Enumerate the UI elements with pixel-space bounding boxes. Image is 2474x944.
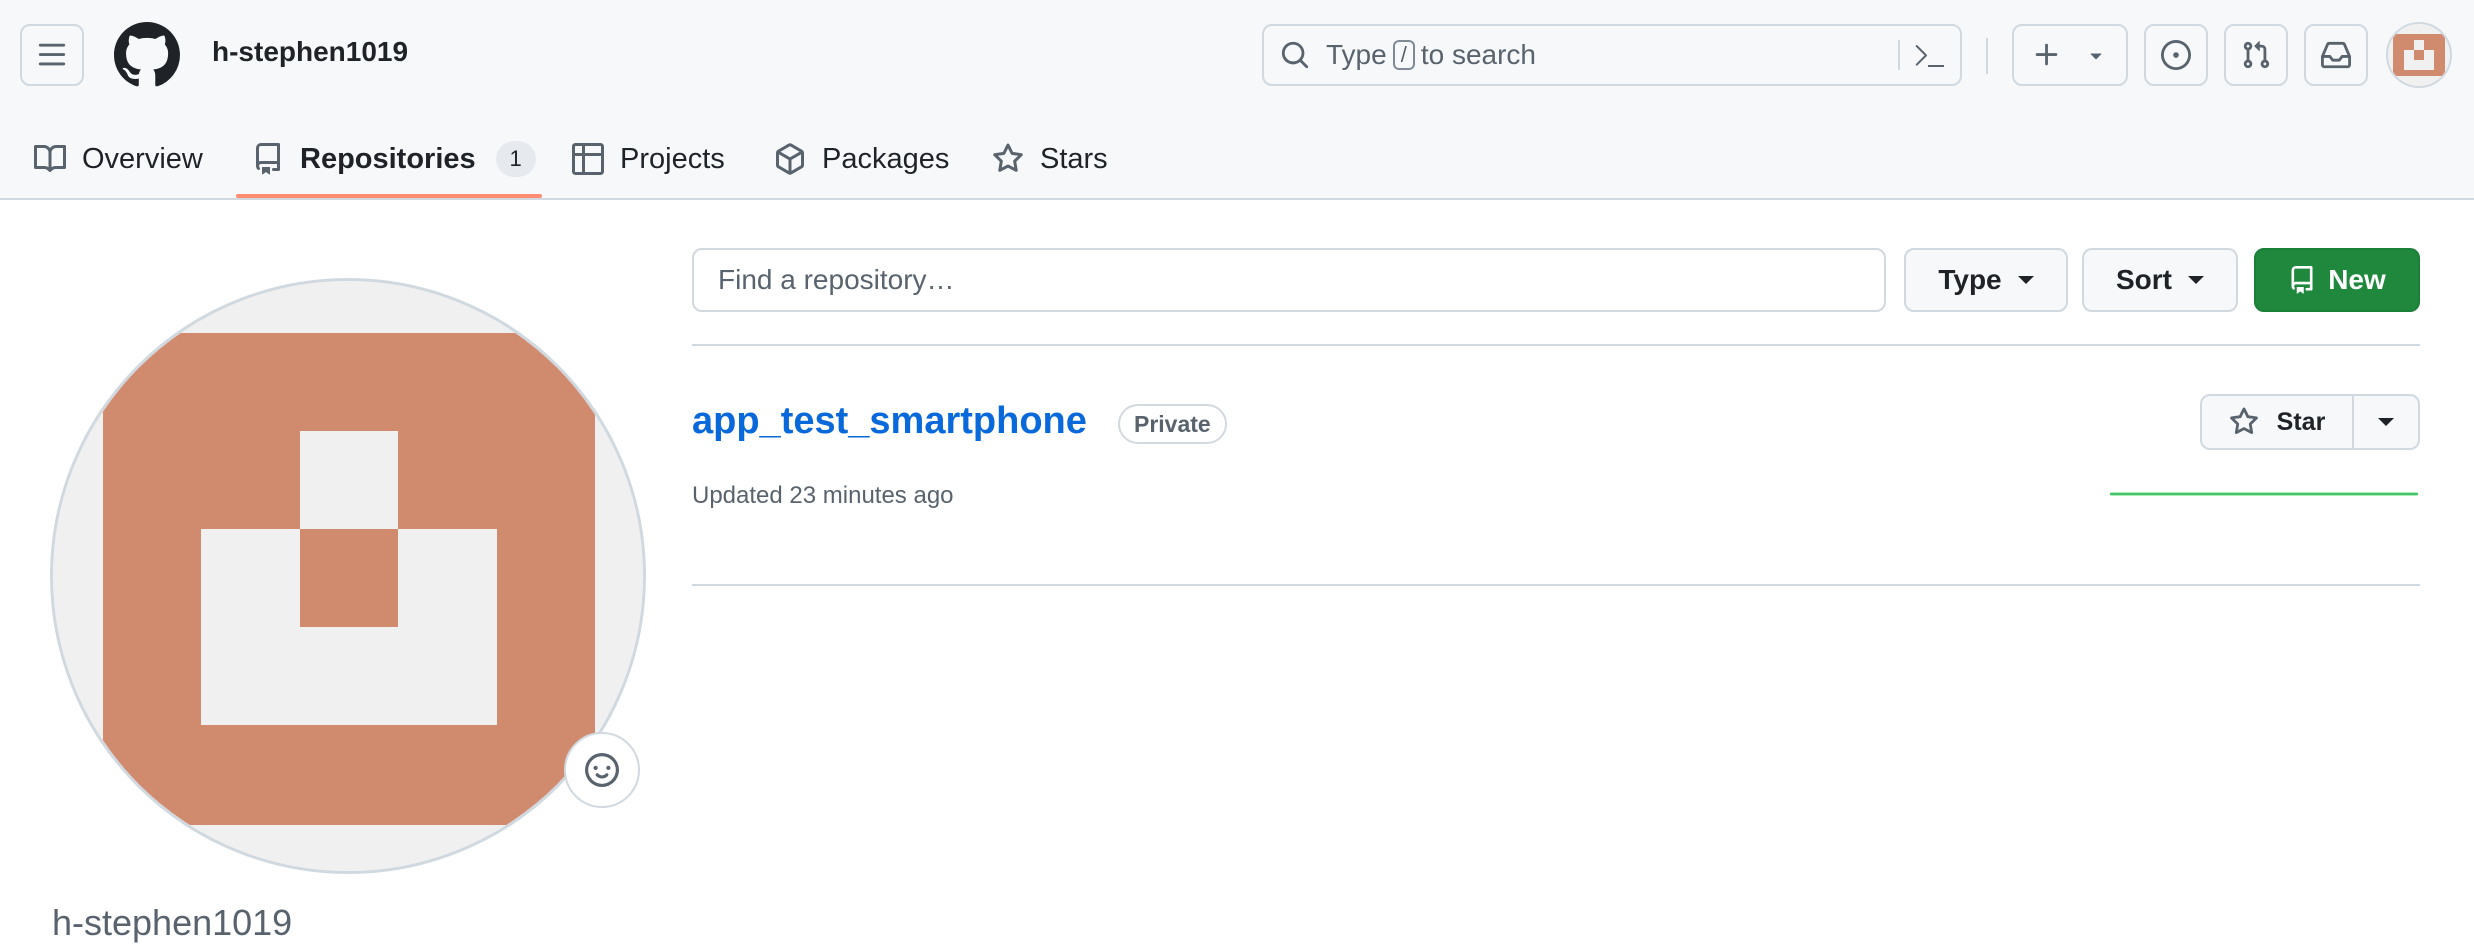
identicon-avatar-icon [2388, 24, 2450, 86]
triangle-down-icon [2090, 53, 2102, 60]
issue-opened-icon [2161, 40, 2191, 70]
search-input[interactable]: Type / to search [1262, 24, 1962, 86]
sort-button[interactable]: Sort [2082, 248, 2238, 312]
header-divider [1986, 38, 1988, 74]
tab-overview[interactable]: Overview [34, 120, 203, 198]
profile-avatar[interactable] [50, 278, 646, 874]
search-icon [1281, 41, 1309, 69]
table-icon [572, 143, 604, 175]
command-palette-icon[interactable] [1914, 40, 1946, 72]
star-icon [2229, 407, 2258, 435]
repositories-count-badge: 1 [495, 141, 536, 177]
github-logo-icon[interactable] [114, 22, 180, 88]
open-menu-button[interactable] [20, 24, 84, 86]
repo-updated-time: Updated 23 minutes ago [692, 482, 954, 509]
hamburger-icon [38, 43, 66, 66]
tab-packages[interactable]: Packages [774, 120, 949, 198]
tab-overview-label: Overview [82, 142, 203, 175]
repo-icon [2291, 266, 2313, 294]
type-filter-button[interactable]: Type [1904, 248, 2068, 312]
new-repository-label: New [2328, 264, 2386, 295]
tab-repositories-label: Repositories [300, 142, 476, 175]
issues-button[interactable] [2144, 24, 2208, 86]
tab-projects-label: Projects [620, 142, 725, 175]
inbox-icon [2321, 41, 2351, 69]
pull-requests-button[interactable] [2224, 24, 2288, 86]
tab-stars[interactable]: Stars [992, 120, 1108, 198]
star-icon [993, 143, 1023, 172]
package-icon [776, 143, 804, 175]
activity-sparkline [2110, 492, 2418, 496]
star-button-group: Star [2200, 394, 2420, 450]
repo-icon [256, 143, 280, 175]
book-icon [34, 144, 66, 172]
plus-icon [2035, 43, 2058, 66]
triangle-down-icon [2378, 418, 2394, 426]
tab-repositories[interactable]: Repositories 1 [252, 120, 536, 198]
triangle-down-icon [2188, 276, 2204, 284]
visibility-badge: Private [1118, 404, 1227, 444]
set-status-button[interactable] [564, 732, 640, 808]
sort-label: Sort [2116, 264, 2172, 295]
create-new-button[interactable] [2012, 24, 2128, 86]
type-filter-label: Type [1938, 264, 2002, 295]
selected-tab-indicator [236, 194, 542, 198]
tab-stars-label: Stars [1040, 142, 1108, 175]
star-label: Star [2276, 407, 2326, 436]
git-pull-request-icon [2243, 41, 2270, 69]
search-suffix-text: to search [1420, 39, 1536, 70]
repo-link[interactable]: app_test_smartphone [692, 400, 1087, 443]
notifications-button[interactable] [2304, 24, 2368, 86]
smiley-icon [585, 753, 619, 787]
search-prefix-text: Type [1326, 39, 1387, 70]
tab-packages-label: Packages [822, 142, 950, 175]
find-repository-input[interactable] [692, 248, 1886, 312]
global-header: h-stephen1019 Type / to search Overview … [0, 0, 2474, 200]
list-divider [692, 344, 2420, 346]
context-username[interactable]: h-stephen1019 [212, 36, 408, 68]
profile-username: h-stephen1019 [52, 902, 293, 943]
user-avatar-button[interactable] [2386, 22, 2452, 88]
new-repository-button[interactable]: New [2254, 248, 2420, 312]
tab-projects[interactable]: Projects [572, 120, 725, 198]
list-divider [692, 584, 2420, 586]
identicon-avatar-icon [53, 281, 643, 871]
search-divider [1898, 40, 1900, 70]
star-list-dropdown-button[interactable] [2354, 396, 2418, 448]
triangle-down-icon [2017, 276, 2034, 284]
star-button[interactable]: Star [2202, 396, 2354, 448]
search-shortcut-key: / [1392, 40, 1415, 70]
